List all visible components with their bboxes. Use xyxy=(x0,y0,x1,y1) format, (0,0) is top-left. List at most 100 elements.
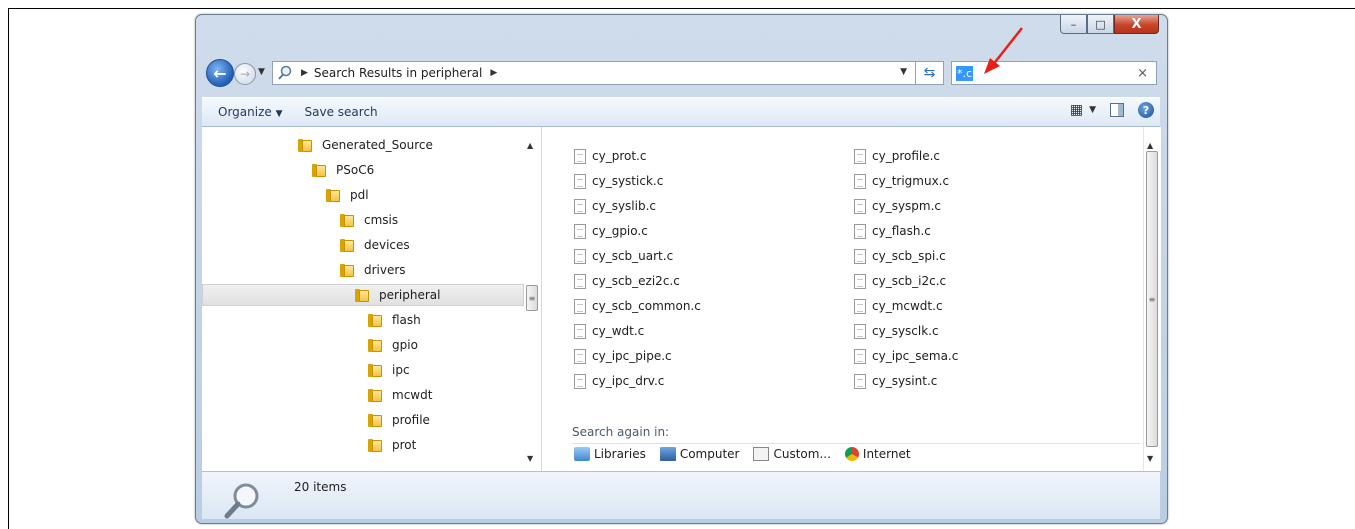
file-item[interactable]: cy_ipc_sema.c xyxy=(854,345,958,367)
file-icon xyxy=(574,173,586,189)
file-item[interactable]: cy_scb_i2c.c xyxy=(854,270,946,292)
file-name: cy_wdt.c xyxy=(592,324,645,338)
file-icon xyxy=(574,198,586,214)
file-item[interactable]: cy_mcwdt.c xyxy=(854,295,943,317)
file-name: cy_gpio.c xyxy=(592,224,648,238)
forward-button[interactable]: → xyxy=(234,63,256,85)
file-name: cy_systick.c xyxy=(592,174,664,188)
file-item[interactable]: cy_trigmux.c xyxy=(854,170,949,192)
content-area: Generated_Source PSoC6 pdl cmsis devices driv… xyxy=(202,127,1161,471)
navigation-pane-scrollbar[interactable]: ▲ ≡ ▼ xyxy=(524,127,541,471)
tree-item-label: Generated_Source xyxy=(322,138,433,152)
tree-item-prot[interactable]: prot xyxy=(368,434,416,456)
file-icon xyxy=(854,198,866,214)
file-name: cy_ipc_sema.c xyxy=(872,349,959,363)
file-item[interactable]: cy_gpio.c xyxy=(574,220,648,242)
change-view-icon[interactable]: ▦ xyxy=(1070,102,1083,118)
file-scroll-down-icon[interactable]: ▼ xyxy=(1147,454,1153,463)
search-box[interactable]: *.c × xyxy=(951,61,1157,85)
refresh-icon: ⇆ xyxy=(923,65,936,81)
libraries-icon xyxy=(574,447,590,461)
breadcrumb-separator-icon[interactable]: ▶ xyxy=(301,68,308,78)
search-again-computer[interactable]: Computer xyxy=(659,447,740,461)
file-scroll-thumb[interactable]: ≡ xyxy=(1146,151,1158,447)
file-item[interactable]: cy_scb_spi.c xyxy=(854,245,946,267)
file-item[interactable]: cy_flash.c xyxy=(854,220,931,242)
file-scroll-up-icon[interactable]: ▲ xyxy=(1147,141,1153,150)
search-again-location-label: Computer xyxy=(679,447,740,461)
file-name: cy_scb_common.c xyxy=(592,299,701,313)
tree-item-label: flash xyxy=(392,313,421,327)
tree-item-generated-source[interactable]: Generated_Source xyxy=(298,134,433,156)
file-item[interactable]: cy_systick.c xyxy=(574,170,663,192)
file-item[interactable]: cy_ipc_pipe.c xyxy=(574,345,672,367)
navigation-bar: ← → ▼ ▶ Search Results in peripheral ▶ ▼… xyxy=(202,55,1160,91)
address-dropdown-icon[interactable]: ▼ xyxy=(900,67,907,77)
tree-item-gpio[interactable]: gpio xyxy=(368,334,418,356)
file-item[interactable]: cy_syslib.c xyxy=(574,195,656,217)
minimize-button[interactable]: – xyxy=(1060,15,1087,34)
file-item[interactable]: cy_profile.c xyxy=(854,145,940,167)
file-icon xyxy=(854,223,866,239)
custom-icon xyxy=(753,447,770,461)
file-name: cy_trigmux.c xyxy=(872,174,950,188)
scroll-down-icon[interactable]: ▼ xyxy=(527,454,533,463)
view-dropdown-icon[interactable]: ▼ xyxy=(1089,105,1096,115)
tree-item-drivers[interactable]: drivers xyxy=(340,259,406,281)
file-item[interactable]: cy_sysint.c xyxy=(854,370,937,392)
save-search-button[interactable]: Save search xyxy=(305,105,378,119)
tree-item-ipc[interactable]: ipc xyxy=(368,359,410,381)
file-item[interactable]: cy_scb_ezi2c.c xyxy=(574,270,680,292)
scroll-thumb[interactable]: ≡ xyxy=(526,285,538,311)
tree-item-mcwdt[interactable]: mcwdt xyxy=(368,384,432,406)
folder-icon xyxy=(326,188,342,202)
tree-item-cmsis[interactable]: cmsis xyxy=(340,209,398,231)
tree-item-pdl[interactable]: pdl xyxy=(326,184,369,206)
address-bar[interactable]: ▶ Search Results in peripheral ▶ ▼ xyxy=(272,61,916,85)
search-input[interactable]: *.c xyxy=(956,65,974,81)
file-item[interactable]: cy_ipc_drv.c xyxy=(574,370,664,392)
file-list-scrollbar[interactable]: ▲ ≡ ▼ xyxy=(1143,127,1161,471)
file-icon xyxy=(574,298,586,314)
search-again-custom[interactable]: Custom... xyxy=(753,447,831,461)
file-item[interactable]: cy_wdt.c xyxy=(574,320,644,342)
help-icon[interactable]: ? xyxy=(1138,102,1154,118)
file-icon xyxy=(854,373,866,389)
search-again-libraries[interactable]: Libraries xyxy=(574,447,646,461)
command-bar: Organize ▼ Save search ▦ ▼ ? xyxy=(202,97,1160,127)
file-item[interactable]: cy_prot.c xyxy=(574,145,646,167)
tree-item-profile[interactable]: profile xyxy=(368,409,430,431)
recent-pages-dropdown[interactable]: ▼ xyxy=(258,67,265,77)
internet-icon xyxy=(844,447,859,461)
search-again-location-label: Custom... xyxy=(773,447,831,461)
file-item[interactable]: cy_scb_uart.c xyxy=(574,245,673,267)
folder-icon xyxy=(340,238,356,252)
search-again-internet[interactable]: Internet xyxy=(844,447,911,461)
back-button[interactable]: ← xyxy=(206,59,234,87)
preview-pane-icon[interactable] xyxy=(1110,103,1124,117)
breadcrumb-search-results[interactable]: Search Results in peripheral xyxy=(314,66,482,80)
clear-search-icon[interactable]: × xyxy=(1137,66,1148,81)
tree-item-psoc6[interactable]: PSoC6 xyxy=(312,159,374,181)
tree-item-label: ipc xyxy=(392,363,410,377)
tree-item-label: prot xyxy=(392,438,417,452)
file-icon xyxy=(854,173,866,189)
close-button[interactable]: X xyxy=(1114,15,1159,34)
file-item[interactable]: cy_syspm.c xyxy=(854,195,941,217)
organize-button[interactable]: Organize ▼ xyxy=(218,105,283,119)
file-name: cy_scb_i2c.c xyxy=(872,274,947,288)
tree-item-flash[interactable]: flash xyxy=(368,309,421,331)
tree-item-devices[interactable]: devices xyxy=(340,234,410,256)
file-item[interactable]: cy_scb_common.c xyxy=(574,295,701,317)
folder-icon xyxy=(368,388,384,402)
file-icon xyxy=(574,273,586,289)
scroll-up-icon[interactable]: ▲ xyxy=(527,141,533,150)
search-again-location-label: Libraries xyxy=(594,447,646,461)
file-item[interactable]: cy_sysclk.c xyxy=(854,320,939,342)
tree-item-peripheral[interactable]: peripheral xyxy=(202,284,524,306)
item-count: 20 items xyxy=(294,480,347,494)
maximize-button[interactable]: □ xyxy=(1087,15,1114,34)
tree-item-label: cmsis xyxy=(364,213,399,227)
refresh-button[interactable]: ⇆ xyxy=(916,61,944,85)
breadcrumb-chevron-icon[interactable]: ▶ xyxy=(490,68,497,78)
